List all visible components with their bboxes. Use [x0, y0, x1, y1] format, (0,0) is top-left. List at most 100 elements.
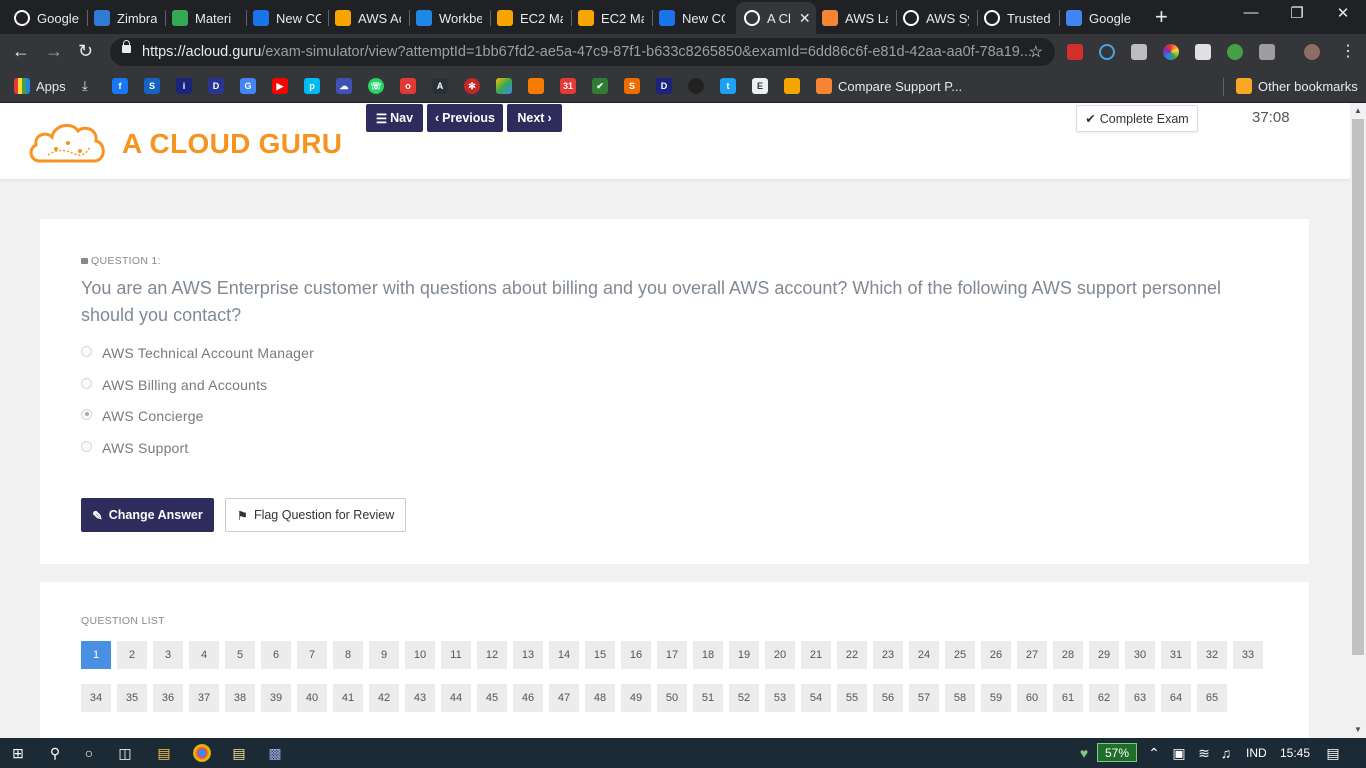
minimize-button[interactable]: —	[1228, 4, 1274, 21]
question-list-item[interactable]: 42	[369, 684, 399, 712]
browser-tab[interactable]: New CC	[253, 5, 321, 31]
scroll-down-icon[interactable]: ▼	[1354, 725, 1362, 734]
question-list-item[interactable]: 11	[441, 641, 471, 669]
question-list-item[interactable]: 8	[333, 641, 363, 669]
circle-app-icon[interactable]: ✻	[464, 78, 486, 94]
question-list-item[interactable]: 35	[117, 684, 147, 712]
back-icon[interactable]: ←	[12, 41, 30, 62]
file-explorer-icon[interactable]: ▤	[155, 744, 173, 762]
bookmark-compare-support[interactable]: Compare Support P...	[816, 78, 962, 94]
scroll-up-icon[interactable]: ▲	[1354, 106, 1362, 115]
bookmark-other[interactable]: Other bookmarks	[1236, 78, 1358, 94]
question-list-item[interactable]: 23	[873, 641, 903, 669]
notepad-icon[interactable]: ▤	[230, 744, 248, 762]
question-list-item[interactable]: 21	[801, 641, 831, 669]
answer-radio[interactable]	[81, 377, 92, 389]
ifl-icon[interactable]: i	[176, 78, 198, 94]
question-list-item[interactable]: 59	[981, 684, 1011, 712]
browser-tab[interactable]: Google	[1066, 5, 1136, 31]
new-tab-button[interactable]: +	[1155, 4, 1168, 30]
answer-radio[interactable]	[81, 408, 92, 420]
question-list-item[interactable]: 39	[261, 684, 291, 712]
question-list-item[interactable]: 2	[117, 641, 147, 669]
print-extension-icon[interactable]	[1195, 44, 1211, 60]
question-list-item[interactable]: 9	[369, 641, 399, 669]
question-list-item[interactable]: 6	[261, 641, 291, 669]
answer-option[interactable]: AWS Technical Account Manager	[81, 343, 314, 363]
facebook-icon[interactable]: f	[112, 78, 134, 94]
color-picker-extension-icon[interactable]	[1163, 44, 1179, 60]
browser-tab[interactable]: AWS Ac	[335, 5, 401, 31]
question-list-item[interactable]: 41	[333, 684, 363, 712]
question-list-item[interactable]: 64	[1161, 684, 1191, 712]
next-button[interactable]: Next ›	[507, 104, 562, 132]
question-list-item[interactable]: 34	[81, 684, 111, 712]
paytm-icon[interactable]: p	[304, 78, 326, 94]
browser-tab[interactable]: Google	[14, 5, 84, 31]
globe-extension-icon[interactable]	[1227, 44, 1243, 60]
question-list-item[interactable]: 49	[621, 684, 651, 712]
question-list-item[interactable]: 55	[837, 684, 867, 712]
question-list-item[interactable]: 3	[153, 641, 183, 669]
browser-tab[interactable]: Trusted	[984, 5, 1050, 31]
idfl-icon-2[interactable]: D	[656, 78, 678, 94]
question-list-item[interactable]: 17	[657, 641, 687, 669]
browser-tab[interactable]: EC2 Ma	[497, 5, 563, 31]
power-icon[interactable]: ▣	[1170, 744, 1188, 762]
maximize-button[interactable]: ❐	[1274, 4, 1320, 22]
browser-tab[interactable]: EC2 Ma	[578, 5, 644, 31]
extension-icon[interactable]	[1067, 44, 1083, 60]
question-list-item[interactable]: 56	[873, 684, 903, 712]
browser-tab[interactable]: Zimbra	[94, 5, 160, 31]
question-list-item[interactable]: 16	[621, 641, 651, 669]
question-list-item[interactable]: 43	[405, 684, 435, 712]
answer-option[interactable]: AWS Concierge	[81, 406, 204, 426]
browser-tab[interactable]: New CC	[659, 5, 725, 31]
flag-question-button[interactable]: ⚑ Flag Question for Review	[225, 498, 406, 532]
question-list-item[interactable]: 32	[1197, 641, 1227, 669]
answer-option[interactable]: AWS Support	[81, 438, 189, 458]
youtube-icon[interactable]: ▶	[272, 78, 294, 94]
question-list-item[interactable]: 36	[153, 684, 183, 712]
download-icon[interactable]: ⤓	[82, 78, 88, 94]
timer-extension-icon[interactable]	[1099, 44, 1115, 60]
complete-exam-button[interactable]: ✔ Complete Exam	[1076, 105, 1198, 132]
question-list-item[interactable]: 48	[585, 684, 615, 712]
green-app-icon[interactable]: ✔	[592, 78, 614, 94]
question-list-item[interactable]: 15	[585, 641, 615, 669]
task-view-icon[interactable]: ◫	[116, 744, 134, 762]
question-list-item[interactable]: 7	[297, 641, 327, 669]
question-list-item[interactable]: 12	[477, 641, 507, 669]
scrollbar-thumb[interactable]	[1352, 119, 1364, 655]
question-list-item[interactable]: 45	[477, 684, 507, 712]
question-list-item[interactable]: 10	[405, 641, 435, 669]
question-list-item[interactable]: 13	[513, 641, 543, 669]
whatsapp-icon[interactable]: ☏	[368, 78, 390, 94]
previous-button[interactable]: ‹ Previous	[427, 104, 503, 132]
volume-muted-icon[interactable]: ♫	[1217, 744, 1235, 762]
remote-desktop-icon[interactable]: ▩	[266, 744, 284, 762]
change-answer-button[interactable]: ✎ Change Answer	[81, 498, 214, 532]
question-list-item[interactable]: 31	[1161, 641, 1191, 669]
answer-radio[interactable]	[81, 345, 92, 357]
question-list-item[interactable]: 24	[909, 641, 939, 669]
question-list-item[interactable]: 29	[1089, 641, 1119, 669]
question-list-item[interactable]: 52	[729, 684, 759, 712]
github-icon[interactable]	[688, 78, 710, 94]
profile-avatar[interactable]	[1304, 44, 1320, 60]
question-list-item[interactable]: 40	[297, 684, 327, 712]
question-list-item[interactable]: 47	[549, 684, 579, 712]
clock[interactable]: 15:45	[1280, 746, 1310, 760]
grid-app-icon[interactable]	[528, 78, 550, 94]
s-icon[interactable]: S	[144, 78, 166, 94]
question-list-item[interactable]: 65	[1197, 684, 1227, 712]
forward-icon[interactable]: →	[45, 41, 63, 62]
chevron-up-icon[interactable]: ⌃	[1145, 744, 1163, 762]
google-drive-icon[interactable]	[496, 78, 518, 94]
answer-radio[interactable]	[81, 440, 92, 452]
cortana-icon[interactable]: ○	[80, 744, 98, 762]
close-tab-icon[interactable]: ✕	[799, 10, 811, 27]
question-list-item[interactable]: 38	[225, 684, 255, 712]
idfl-icon[interactable]: D	[208, 78, 230, 94]
twitter-icon[interactable]: t	[720, 78, 742, 94]
